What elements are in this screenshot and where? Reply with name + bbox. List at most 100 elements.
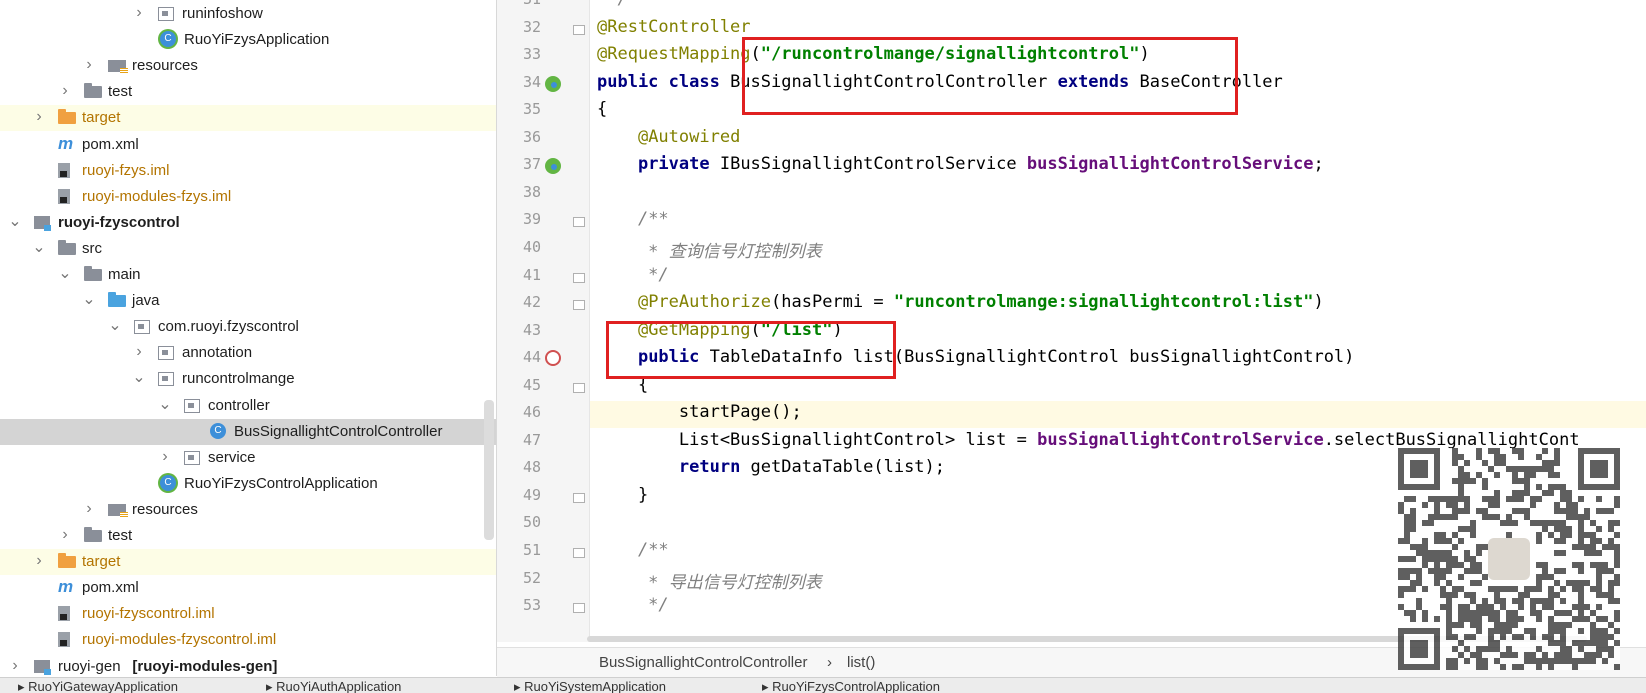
tree-item-label: controller <box>208 396 270 414</box>
autowired-gutter-icon[interactable] <box>545 158 561 175</box>
chevron-right-icon[interactable]: › <box>8 657 22 674</box>
chevron-down-icon[interactable]: ⌄ <box>32 239 46 256</box>
code-line[interactable]: */ <box>597 0 627 9</box>
chevron-down-icon[interactable]: ⌄ <box>108 318 122 334</box>
tree-item[interactable]: ruoyi-fzys.iml <box>0 158 496 184</box>
breadcrumb-method[interactable]: list() <box>847 654 875 671</box>
code-line[interactable]: /** <box>597 540 669 560</box>
tree-item[interactable]: ⌄ ruoyi-fzyscontrol <box>0 210 496 236</box>
tree-item-label: runinfoshow <box>182 5 263 22</box>
fold-marker-icon[interactable] <box>573 24 585 35</box>
tree-item[interactable]: ruoyi-modules-fzys.iml <box>0 184 496 210</box>
chevron-down-icon[interactable]: ⌄ <box>8 213 22 230</box>
line-number: 51 <box>522 541 541 559</box>
tree-item[interactable]: ⌄ src <box>0 236 496 262</box>
tree-item[interactable]: m pom.xml <box>0 575 496 601</box>
tree-item[interactable]: › ruoyi-gen [ruoyi-modules-gen] <box>0 654 496 677</box>
tree-item[interactable]: › test <box>0 523 496 549</box>
java-class-icon: C <box>210 422 226 439</box>
tree-item[interactable]: › target <box>0 549 496 576</box>
code-line[interactable]: } <box>597 485 648 505</box>
fold-marker-icon[interactable] <box>573 382 585 393</box>
code-line[interactable]: @RestController <box>597 17 751 37</box>
line-number: 52 <box>522 568 541 587</box>
tree-item-label: com.ruoyi.fzyscontrol <box>158 318 299 336</box>
line-number: 37 <box>522 155 541 174</box>
tree-item-label: ruoyi-fzys.iml <box>82 161 170 179</box>
tree-item-label: target <box>82 109 121 127</box>
chevron-right-icon[interactable]: › <box>158 448 172 465</box>
run-config-tab[interactable]: ▸ RuoYiSystemApplication <box>514 679 666 693</box>
tree-item[interactable]: ⌄ runcontrolmange <box>0 366 496 392</box>
code-line[interactable]: startPage(); <box>597 402 802 422</box>
tree-item[interactable]: › resources <box>0 497 496 523</box>
fold-marker-icon[interactable] <box>573 492 585 503</box>
tree-item[interactable]: ⌄ controller <box>0 393 496 419</box>
code-line[interactable]: /** <box>597 209 669 229</box>
run-config-tab[interactable]: ▸ RuoYiGatewayApplication <box>18 679 178 693</box>
tree-item[interactable]: ruoyi-fzyscontrol.iml <box>0 601 496 627</box>
fold-marker-icon[interactable] <box>573 603 585 614</box>
tree-item[interactable]: › resources <box>0 53 496 79</box>
fold-marker-icon[interactable] <box>573 300 585 311</box>
fold-marker-icon[interactable] <box>573 217 585 228</box>
package-icon <box>184 398 200 413</box>
fold-marker-icon[interactable] <box>573 272 585 283</box>
tree-item[interactable]: ⌄ main <box>0 262 496 288</box>
tree-item[interactable]: › runinfoshow <box>0 1 496 27</box>
tree-item[interactable]: ⌄ com.ruoyi.fzyscontrol <box>0 314 496 340</box>
code-line[interactable]: * 查询信号灯控制列表 <box>597 237 821 262</box>
chevron-right-icon[interactable]: › <box>58 527 72 543</box>
code-line[interactable]: * 导出信号灯控制列表 <box>597 568 821 593</box>
chevron-right-icon[interactable]: › <box>82 500 96 517</box>
tree-item[interactable]: C RuoYiFzysControlApplication <box>0 471 496 497</box>
code-line[interactable]: { <box>597 99 607 119</box>
tree-scrollbar[interactable] <box>484 400 494 540</box>
chevron-right-icon[interactable]: › <box>132 5 146 21</box>
tree-item[interactable]: m pom.xml <box>0 132 496 158</box>
chevron-down-icon[interactable]: ⌄ <box>158 396 172 413</box>
code-line[interactable]: return getDataTable(list); <box>597 457 945 477</box>
tree-item[interactable]: › service <box>0 445 496 471</box>
tree-item-label: RuoYiFzysControlApplication <box>184 474 378 492</box>
tree-item-label: ruoyi-modules-fzyscontrol.iml <box>82 631 277 649</box>
chevron-right-icon[interactable]: › <box>32 553 46 569</box>
chevron-down-icon[interactable]: ⌄ <box>132 370 146 386</box>
tree-item-label: runcontrolmange <box>182 370 295 388</box>
line-number: 43 <box>522 320 541 339</box>
code-line[interactable]: */ <box>597 595 668 615</box>
tree-item[interactable]: C BusSignallightControlController <box>0 418 496 445</box>
line-number: 48 <box>522 458 541 477</box>
tree-item[interactable]: ⌄ java <box>0 288 496 314</box>
tree-item[interactable]: C RuoYiFzysApplication <box>0 27 496 53</box>
request-mapping-gutter-icon[interactable] <box>545 350 561 367</box>
breadcrumb-class[interactable]: BusSignallightControlController <box>599 654 807 671</box>
tree-item-module-name: [ruoyi-modules-gen] <box>132 657 278 675</box>
code-line[interactable]: List<BusSignallightControl> list = busSi… <box>597 430 1580 450</box>
tree-item[interactable]: › test <box>0 79 496 105</box>
spring-boot-class-icon: C <box>160 474 176 491</box>
spring-bean-gutter-icon[interactable] <box>545 75 561 92</box>
chevron-right-icon[interactable]: › <box>132 344 146 360</box>
run-config-tab[interactable]: ▸ RuoYiAuthApplication <box>266 679 401 693</box>
code-line[interactable]: private IBusSignallightControlService bu… <box>597 154 1324 174</box>
code-line[interactable]: @Autowired <box>597 127 740 147</box>
line-number: 36 <box>522 127 541 146</box>
chevron-down-icon[interactable]: ⌄ <box>58 266 72 282</box>
run-configurations-bar: ▸ RuoYiGatewayApplication ▸ RuoYiAuthAppl… <box>0 677 1646 693</box>
breadcrumb-separator: › <box>827 654 832 671</box>
chevron-right-icon[interactable]: › <box>32 109 46 125</box>
code-line[interactable]: */ <box>597 265 668 285</box>
chevron-right-icon[interactable]: › <box>58 83 72 99</box>
fold-marker-icon[interactable] <box>573 548 585 558</box>
run-config-tab[interactable]: ▸ RuoYiFzysControlApplication <box>762 679 940 693</box>
tree-item[interactable]: › target <box>0 105 496 132</box>
code-line[interactable]: @PreAuthorize(hasPermi = "runcontrolmang… <box>597 292 1324 312</box>
chevron-right-icon[interactable]: › <box>82 57 96 73</box>
project-tree[interactable]: › runinfoshow C RuoYiFzysApplication › resour… <box>0 0 497 676</box>
tree-item[interactable]: › annotation <box>0 340 496 366</box>
chevron-down-icon[interactable]: ⌄ <box>82 292 96 308</box>
tree-item[interactable]: ruoyi-modules-fzyscontrol.iml <box>0 627 496 653</box>
package-icon <box>158 372 174 387</box>
tree-item-label: ruoyi-modules-fzys.iml <box>82 187 232 205</box>
